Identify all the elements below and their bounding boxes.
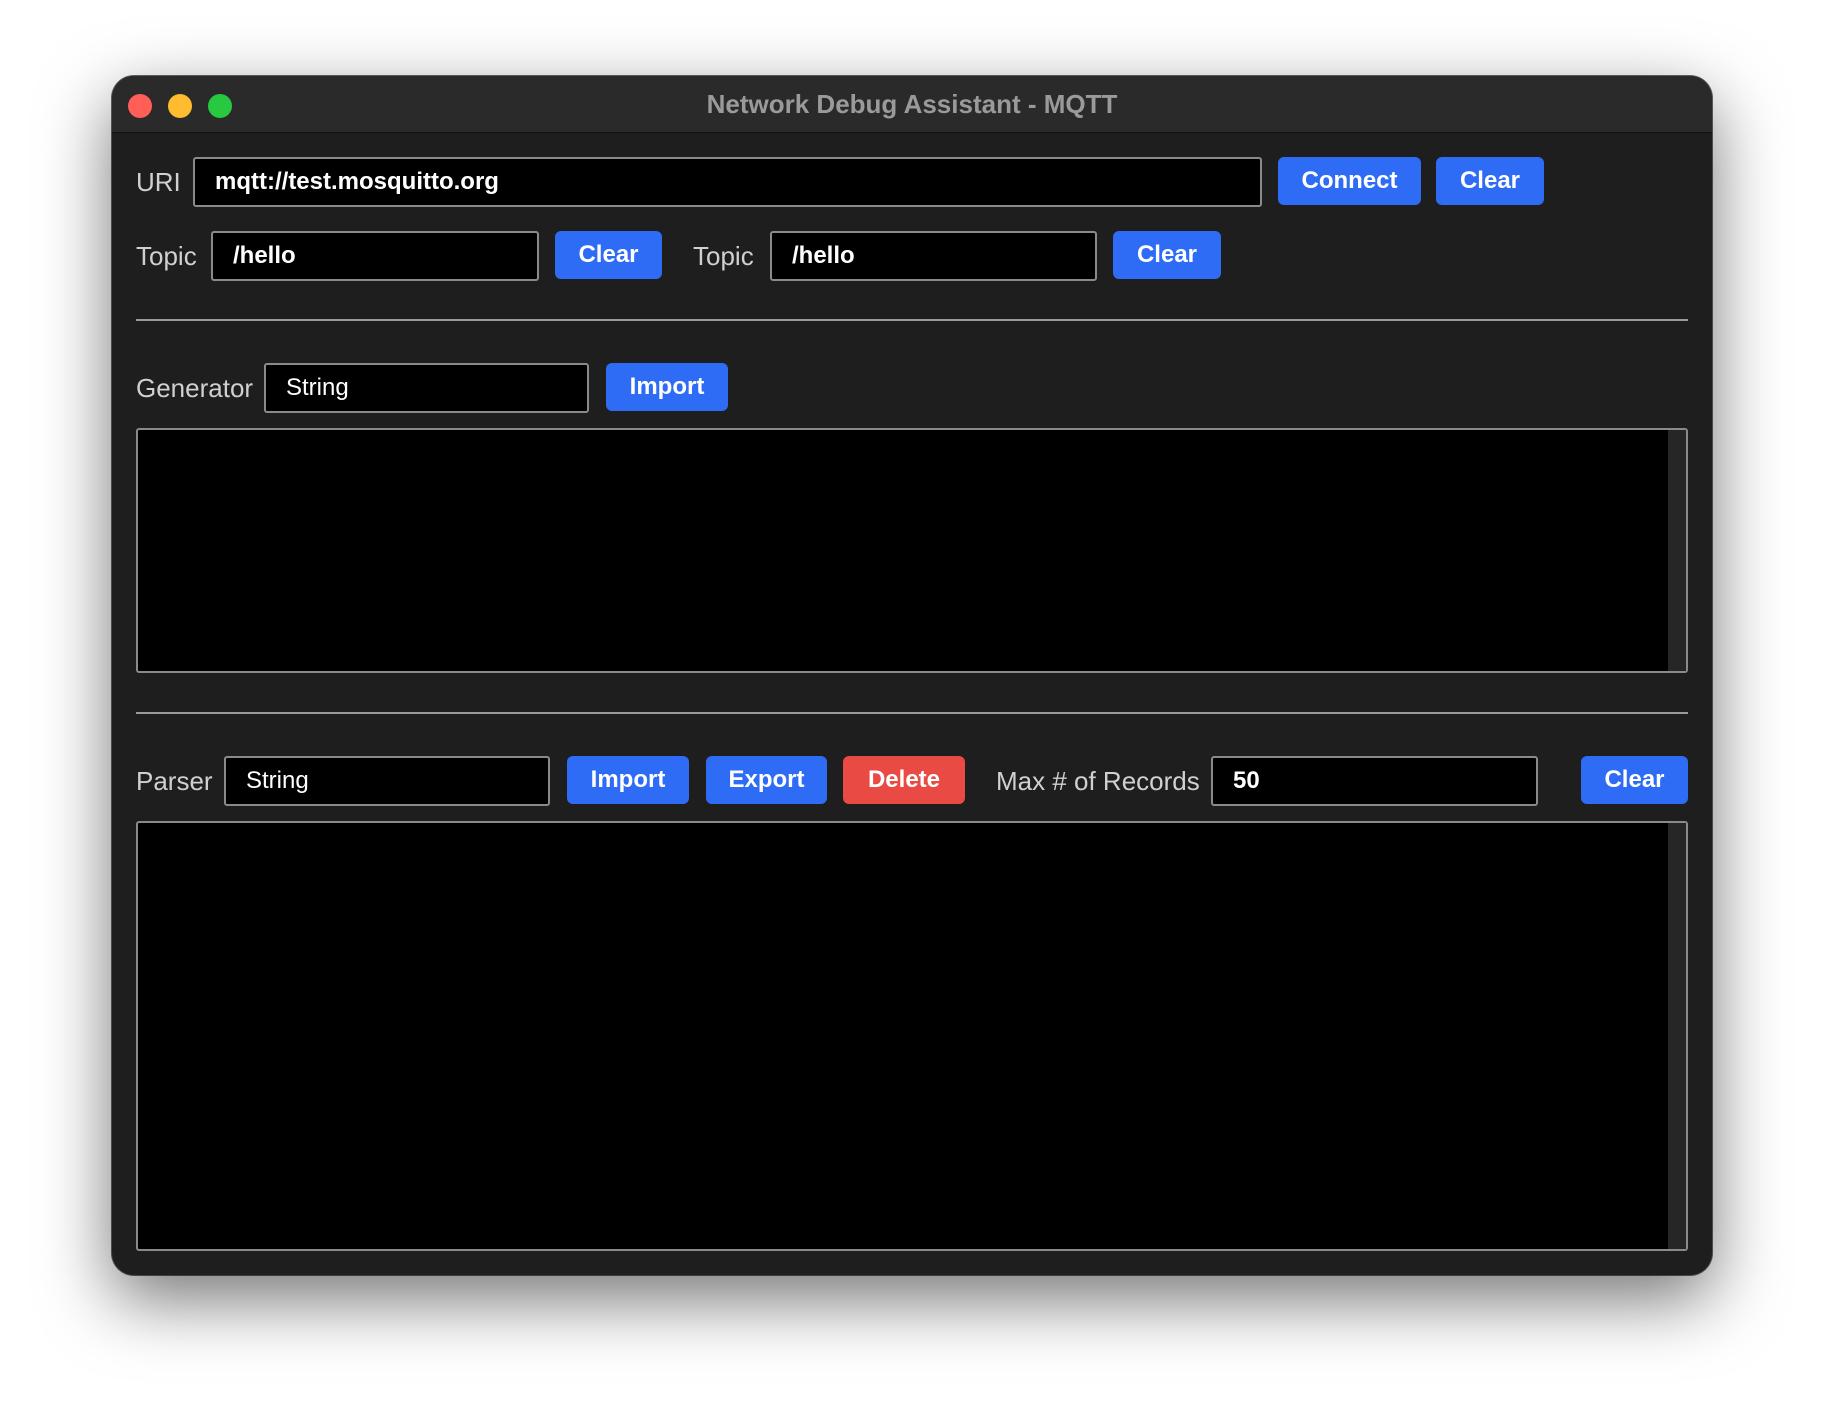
max-records-label: Max # of Records [996,766,1200,796]
max-records-input[interactable]: 50 [1211,756,1538,806]
parser-label: Parser [136,766,213,796]
generator-textarea[interactable] [136,428,1688,673]
publish-topic-label: Topic [136,241,197,271]
parser-output-textarea[interactable] [136,821,1688,1251]
parser-import-button[interactable]: Import [567,756,689,804]
parser-select[interactable]: String [224,756,550,806]
subscribe-topic-input[interactable]: /hello [770,231,1097,281]
publish-topic-input[interactable]: /hello [211,231,539,281]
section-divider [136,319,1688,321]
subscribe-topic-label: Topic [693,241,754,271]
generator-scrollbar[interactable] [1668,430,1686,671]
uri-input[interactable]: mqtt://test.mosquitto.org [193,157,1262,207]
generator-import-button[interactable]: Import [606,363,728,411]
clear-records-button[interactable]: Clear [1581,756,1688,804]
parser-export-button[interactable]: Export [706,756,827,804]
title-bar[interactable]: Network Debug Assistant - MQTT [112,76,1712,133]
uri-label: URI [136,167,181,197]
app-window: Network Debug Assistant - MQTT URI mqtt:… [112,76,1712,1275]
generator-select[interactable]: String [264,363,589,413]
parser-delete-button[interactable]: Delete [843,756,965,804]
clear-connection-button[interactable]: Clear [1436,157,1544,205]
window-title: Network Debug Assistant - MQTT [706,89,1118,119]
parser-scrollbar[interactable] [1668,823,1686,1249]
connect-button[interactable]: Connect [1278,157,1421,205]
clear-subscribe-topic-button[interactable]: Clear [1113,231,1221,279]
generator-label: Generator [136,373,254,403]
section-divider [136,712,1688,714]
clear-publish-topic-button[interactable]: Clear [555,231,662,279]
